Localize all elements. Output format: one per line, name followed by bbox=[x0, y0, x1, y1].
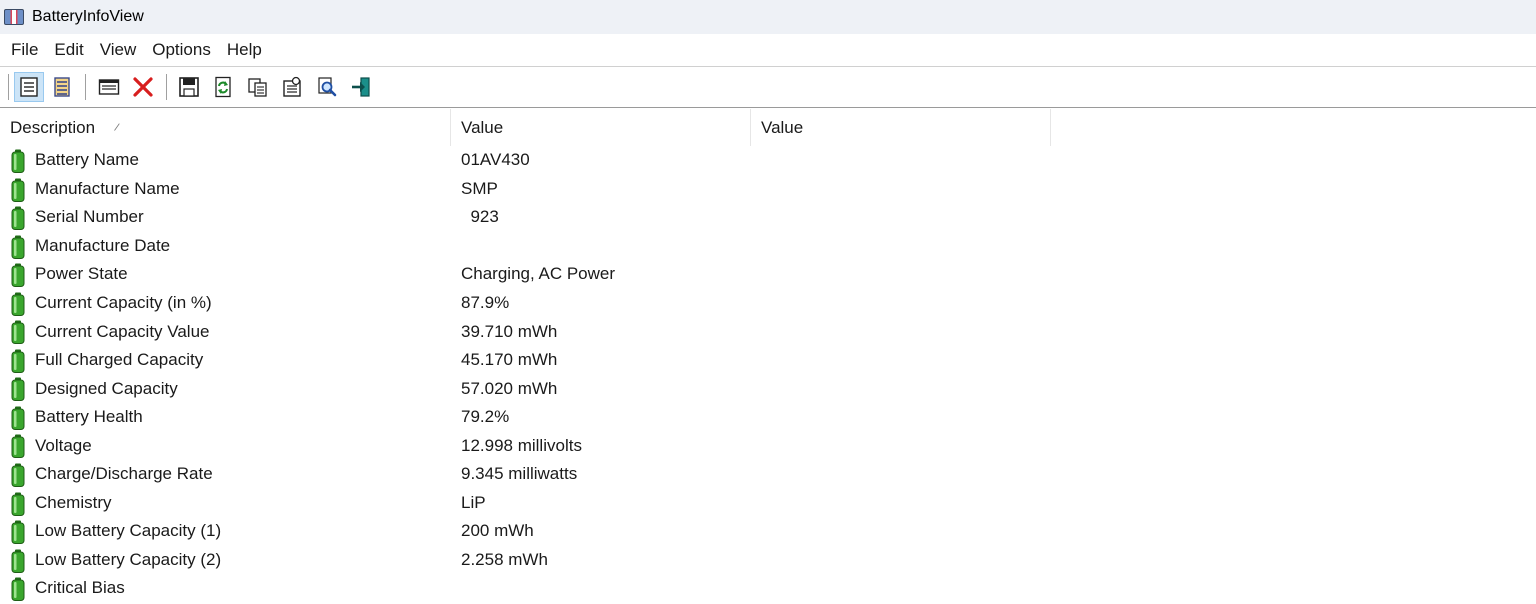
row-description: Designed Capacity bbox=[35, 378, 178, 398]
row-description: Critical Bias bbox=[35, 578, 125, 598]
save-icon bbox=[179, 77, 199, 97]
row-value: 923 bbox=[461, 207, 499, 227]
row-value: 2.258 mWh bbox=[461, 549, 548, 569]
html-report-button[interactable] bbox=[94, 72, 124, 102]
properties-view-button[interactable] bbox=[14, 72, 44, 102]
app-window: BatteryInfoView File Edit View Options H… bbox=[0, 0, 1536, 604]
row-description: Voltage bbox=[35, 435, 92, 455]
table-row[interactable]: Full Charged Capacity 45.170 mWh bbox=[0, 346, 1536, 375]
row-value: 01AV430 bbox=[461, 150, 530, 170]
save-button[interactable] bbox=[174, 72, 204, 102]
window-title: BatteryInfoView bbox=[32, 8, 144, 25]
refresh-button[interactable] bbox=[208, 72, 238, 102]
row-description: Charge/Discharge Rate bbox=[35, 464, 213, 484]
table-row[interactable]: Manufacture Name SMP bbox=[0, 175, 1536, 204]
row-value: 57.020 mWh bbox=[461, 378, 558, 398]
row-description: Current Capacity Value bbox=[35, 321, 210, 341]
html-report-icon bbox=[98, 79, 120, 95]
row-value: SMP bbox=[461, 178, 498, 198]
sort-indicator-icon: / bbox=[113, 121, 121, 134]
table-row[interactable]: Chemistry LiP bbox=[0, 489, 1536, 518]
menu-file[interactable]: File bbox=[5, 40, 44, 60]
toolbar-separator bbox=[8, 74, 9, 100]
list-view-button[interactable] bbox=[47, 72, 77, 102]
row-description: Current Capacity (in %) bbox=[35, 293, 212, 312]
column-header-description[interactable]: Description / bbox=[0, 109, 451, 146]
battery-app-icon bbox=[4, 9, 24, 25]
toolbar-separator bbox=[166, 74, 167, 100]
row-value: Charging, AC Power bbox=[461, 264, 616, 284]
menu-help[interactable]: Help bbox=[221, 40, 268, 60]
table-row[interactable]: Designed Capacity 57.020 mWh bbox=[0, 374, 1536, 403]
column-header-value[interactable]: Value bbox=[451, 109, 751, 146]
table-row[interactable]: Low Battery Capacity (2) 2.258 mWh bbox=[0, 546, 1536, 575]
table-row[interactable]: Power State Charging, AC Power bbox=[0, 260, 1536, 289]
find-button[interactable] bbox=[312, 72, 342, 102]
delete-icon bbox=[133, 77, 153, 97]
row-description: Low Battery Capacity (1) bbox=[35, 521, 222, 541]
row-description: Full Charged Capacity bbox=[35, 350, 204, 370]
refresh-icon bbox=[215, 76, 231, 98]
toolbar-separator bbox=[85, 74, 86, 100]
row-value: LiP bbox=[461, 492, 486, 512]
row-value: 87.9% bbox=[461, 293, 510, 312]
row-description: Chemistry bbox=[35, 492, 112, 512]
properties-icon bbox=[283, 76, 301, 97]
column-header-label: Value bbox=[461, 117, 504, 137]
table-row[interactable]: Critical Bias bbox=[0, 574, 1536, 603]
find-icon bbox=[318, 77, 337, 97]
copy-icon bbox=[248, 78, 267, 97]
table-row[interactable]: Manufacture Date bbox=[0, 232, 1536, 261]
row-description: Battery Health bbox=[35, 407, 143, 427]
battery-info-list[interactable]: Description / Value Value Battery Name 01… bbox=[0, 109, 1536, 604]
row-value: 12.998 millivolts bbox=[461, 435, 582, 455]
row-value: 39.710 mWh bbox=[461, 321, 558, 341]
menu-bar: File Edit View Options Help bbox=[0, 34, 1536, 65]
row-description: Power State bbox=[35, 264, 128, 284]
exit-icon bbox=[352, 77, 370, 97]
delete-button[interactable] bbox=[128, 72, 158, 102]
table-row[interactable]: Current Capacity Value 39.710 mWh bbox=[0, 317, 1536, 346]
table-row[interactable]: Serial Number 923 bbox=[0, 203, 1536, 232]
table-row[interactable]: Battery Health 79.2% bbox=[0, 403, 1536, 432]
table-row[interactable]: Battery Name 01AV430 bbox=[0, 146, 1536, 175]
list-header: Description / Value Value bbox=[0, 109, 1536, 146]
row-description: Manufacture Name bbox=[35, 178, 180, 198]
row-value: 45.170 mWh bbox=[461, 350, 558, 370]
column-header-label: Value bbox=[761, 117, 804, 137]
list-rows: Battery Name 01AV430 Manufacture Name SMP Se… bbox=[0, 146, 1536, 603]
toolbar bbox=[0, 66, 1536, 108]
row-description: Serial Number bbox=[35, 207, 144, 227]
menu-options[interactable]: Options bbox=[146, 40, 217, 60]
menu-edit[interactable]: Edit bbox=[48, 40, 89, 60]
title-bar[interactable]: BatteryInfoView bbox=[0, 0, 1536, 34]
table-row[interactable]: Voltage 12.998 millivolts bbox=[0, 431, 1536, 460]
menu-view[interactable]: View bbox=[94, 40, 143, 60]
exit-button[interactable] bbox=[346, 72, 376, 102]
column-header-value-2[interactable]: Value bbox=[751, 109, 1051, 146]
row-value: 79.2% bbox=[461, 407, 510, 427]
table-row[interactable]: Current Capacity (in %) 87.9% bbox=[0, 289, 1536, 318]
column-header-label: Description bbox=[10, 117, 96, 137]
copy-button[interactable] bbox=[243, 72, 273, 102]
table-row[interactable]: Charge/Discharge Rate 9.345 milliwatts bbox=[0, 460, 1536, 489]
list-view-icon bbox=[54, 77, 70, 97]
properties-button[interactable] bbox=[277, 72, 307, 102]
table-row[interactable]: Low Battery Capacity (1) 200 mWh bbox=[0, 517, 1536, 546]
row-value: 9.345 milliwatts bbox=[461, 464, 578, 484]
row-description: Low Battery Capacity (2) bbox=[35, 549, 222, 569]
row-description: Manufacture Date bbox=[35, 235, 171, 255]
row-description: Battery Name bbox=[35, 150, 139, 170]
row-value: 200 mWh bbox=[461, 521, 534, 541]
battery-icon bbox=[11, 577, 25, 604]
properties-view-icon bbox=[20, 77, 38, 97]
